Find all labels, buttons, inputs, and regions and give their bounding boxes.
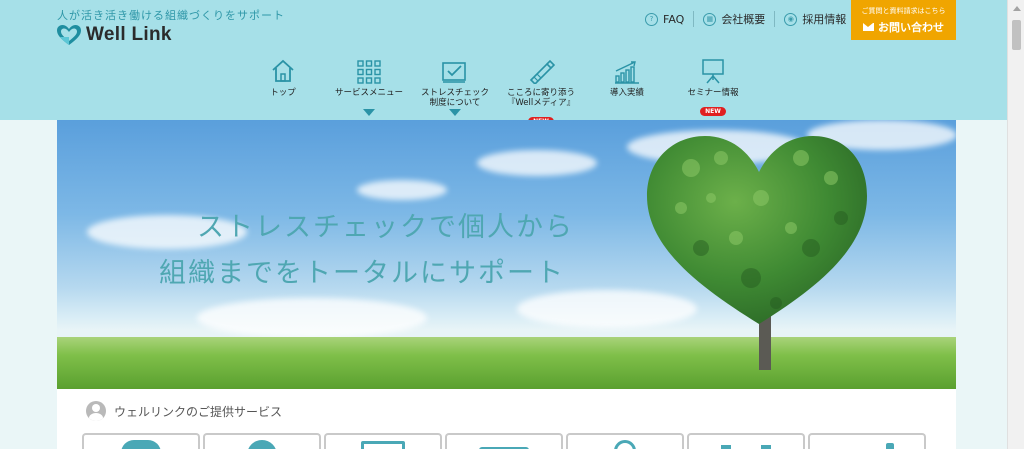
building-icon: ▦: [703, 12, 717, 26]
scroll-up-arrow-icon[interactable]: [1008, 0, 1024, 17]
recruit-label: 採用情報: [802, 13, 847, 26]
services-heading: ウェルリンクのご提供サービス: [86, 401, 282, 421]
service-card[interactable]: [687, 433, 805, 449]
contact-label: お問い合わせ: [878, 21, 944, 34]
caret-down-icon: [449, 109, 461, 116]
hero-headline-line2: 組織までをトータルにサポート: [159, 258, 565, 289]
logo-text: Well Link: [86, 24, 172, 45]
services-section: ウェルリンクのご提供サービス: [57, 389, 956, 449]
nav-label-line2: 制度について: [429, 98, 481, 108]
contact-button[interactable]: ご質問と資料請求はこちら お問い合わせ: [851, 0, 956, 40]
presentation-icon: [702, 59, 724, 84]
faq-label: FAQ: [663, 12, 685, 26]
nav-label: トップ: [270, 88, 296, 98]
nav-label-group: ストレスチェック 制度について: [412, 88, 498, 108]
recruit-link[interactable]: ◉ 採用情報: [784, 11, 846, 27]
scroll-thumb[interactable]: [1012, 20, 1021, 50]
nav-item-top[interactable]: トップ: [240, 56, 326, 127]
caret-down-icon: [363, 109, 375, 116]
checklist-icon: [442, 62, 466, 83]
recruit-icon: ◉: [784, 12, 798, 26]
nav-label: セミナー情報: [687, 88, 739, 98]
service-card[interactable]: [808, 433, 926, 449]
nav-item-seminar[interactable]: セミナー情報 NEW: [670, 56, 756, 127]
nav-label-group: こころに寄り添う 『Wellメディア』: [498, 88, 584, 108]
nav-label-line2: 『Wellメディア』: [506, 98, 576, 108]
divider: [774, 11, 776, 27]
cloud: [477, 150, 597, 176]
nav-label-line1: ストレスチェック: [420, 88, 489, 98]
main-nav: トップ サービスメニュー ストレスチェック 制度について こころに寄り添う 『W…: [240, 56, 756, 127]
bar-chart-icon: [615, 61, 639, 84]
nav-label-line1: こころに寄り添う: [506, 88, 575, 98]
service-card[interactable]: [82, 433, 200, 449]
service-icon: [247, 440, 277, 449]
service-card[interactable]: [324, 433, 442, 449]
grid-icon: [357, 60, 381, 84]
services-title: ウェルリンクのご提供サービス: [114, 404, 283, 419]
logo[interactable]: Well Link: [56, 24, 172, 46]
hero-headline-line1: ストレスチェックで個人から: [197, 212, 574, 243]
service-icon: [721, 445, 771, 449]
service-cards: [82, 433, 929, 449]
service-icon: [121, 440, 161, 449]
hero-banner: ストレスチェックで個人から 組織までをトータルにサポート: [57, 120, 956, 389]
nav-item-service-menu[interactable]: サービスメニュー: [326, 56, 412, 127]
grass-field: [57, 337, 956, 389]
faq-link[interactable]: ? FAQ: [645, 12, 685, 26]
service-icon: [885, 443, 894, 449]
company-link[interactable]: ▦ 会社概要: [703, 11, 765, 27]
mail-icon: [863, 23, 874, 31]
nav-item-stress-check[interactable]: ストレスチェック 制度について: [412, 56, 498, 127]
company-label: 会社概要: [721, 13, 766, 26]
cloud: [357, 180, 447, 200]
new-badge: NEW: [700, 107, 726, 116]
question-icon: ?: [645, 12, 658, 26]
service-icon: [361, 441, 405, 449]
site-header: 人が活き活き働ける組織づくりをサポート Well Link ? FAQ ▦ 会社…: [0, 0, 1007, 126]
service-icon: [614, 440, 636, 449]
cloud: [197, 298, 427, 338]
utility-links: ? FAQ ▦ 会社概要 ◉ 採用情報: [645, 10, 846, 28]
vertical-scrollbar[interactable]: [1007, 0, 1024, 449]
home-icon: [272, 59, 294, 82]
nav-item-results[interactable]: 導入実績: [584, 56, 670, 127]
service-card[interactable]: [203, 433, 321, 449]
contact-label-row: お問い合わせ: [851, 19, 956, 35]
pen-icon: [529, 59, 555, 84]
service-card[interactable]: [566, 433, 684, 449]
nav-label: 導入実績: [609, 88, 644, 98]
nav-label: サービスメニュー: [334, 88, 403, 98]
nav-item-well-media[interactable]: こころに寄り添う 『Wellメディア』 NEW: [498, 56, 584, 127]
service-card[interactable]: [445, 433, 563, 449]
user-icon: [86, 401, 106, 421]
heart-logo-icon: [57, 25, 81, 45]
divider: [693, 11, 695, 27]
heart-tree-icon: [647, 136, 867, 324]
contact-subtext: ご質問と資料請求はこちら: [861, 7, 946, 15]
tagline: 人が活き活き働ける組織づくりをサポート: [57, 9, 285, 22]
